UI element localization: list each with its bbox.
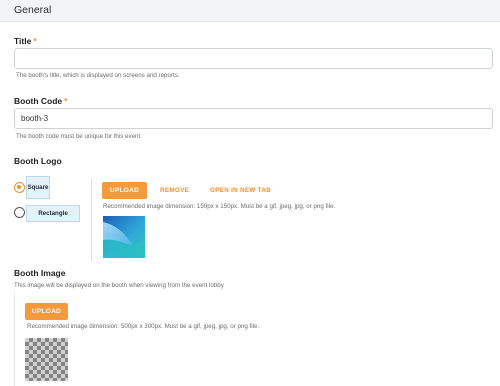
logo-preview-graphic <box>103 216 145 258</box>
logo-open-new-tab-link[interactable]: OPEN IN NEW TAB <box>210 187 271 194</box>
shape-rectangle-label: Rectangle <box>38 210 68 217</box>
title-help: The booth's title, which is displayed on… <box>16 72 180 79</box>
logo-upload-button[interactable]: UPLOAD <box>102 182 147 199</box>
logo-remove-button[interactable]: REMOVE <box>160 187 189 194</box>
booth-image-description: This image will be displayed on the boot… <box>14 282 224 289</box>
image-upload-label: UPLOAD <box>31 308 62 315</box>
image-upload-button[interactable]: UPLOAD <box>25 303 68 320</box>
logo-divider <box>91 178 92 262</box>
title-label: Title * <box>14 36 37 46</box>
shape-square-option[interactable]: Square <box>26 176 50 199</box>
booth-code-input[interactable] <box>14 108 493 129</box>
logo-dimension-help: Recommended image dimension: 150px x 150… <box>103 203 336 210</box>
booth-logo-label: Booth Logo <box>14 156 62 166</box>
booth-code-label-text: Booth Code <box>14 96 63 106</box>
booth-image-guide <box>14 293 15 386</box>
logo-upload-label: UPLOAD <box>109 187 140 194</box>
booth-image-label: Booth Image <box>14 268 66 278</box>
title-label-text: Title <box>14 36 32 46</box>
logo-preview-image <box>103 216 145 258</box>
section-title: General <box>14 4 52 16</box>
shape-rectangle-radio[interactable] <box>14 207 25 218</box>
booth-code-label: Booth Code * <box>14 96 67 106</box>
booth-code-help: The booth code must be unique for this e… <box>16 133 142 140</box>
shape-square-label: Square <box>27 184 49 191</box>
section-header: General <box>0 0 500 22</box>
image-dimension-help: Recommended image dimension: 500px x 300… <box>27 323 260 330</box>
required-mark: * <box>33 36 37 46</box>
shape-square-radio[interactable] <box>14 182 25 193</box>
shape-rectangle-option[interactable]: Rectangle <box>26 205 80 222</box>
image-placeholder-preview <box>25 338 68 381</box>
title-input[interactable] <box>14 48 493 69</box>
required-mark: * <box>64 96 68 106</box>
